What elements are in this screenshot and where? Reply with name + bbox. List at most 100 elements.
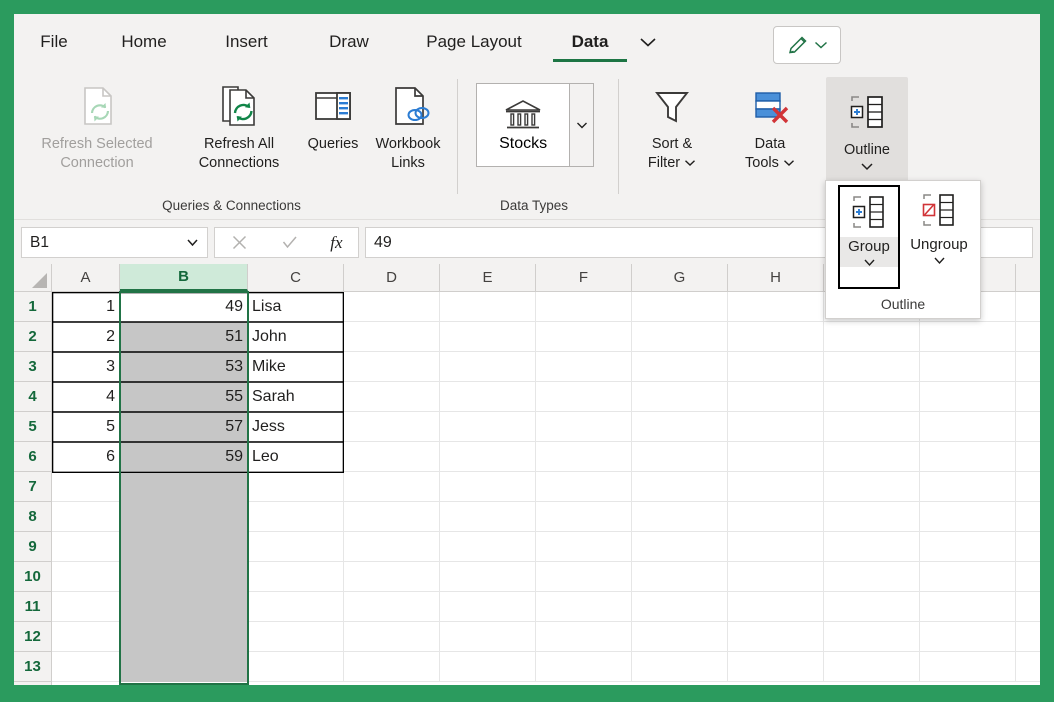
tab-insert[interactable]: Insert xyxy=(194,14,299,69)
cell-c3[interactable]: Mike xyxy=(248,352,344,382)
cell-i4[interactable] xyxy=(824,382,920,412)
cell-h4[interactable] xyxy=(728,382,824,412)
cell-a8[interactable] xyxy=(52,502,120,532)
ungroup-chevron-down-icon[interactable] xyxy=(933,256,946,265)
name-box-chevron-down-icon[interactable] xyxy=(186,238,199,247)
cell-i9[interactable] xyxy=(824,532,920,562)
row-header-3[interactable]: 3 xyxy=(14,352,51,382)
row-header-7[interactable]: 7 xyxy=(14,472,51,502)
name-box[interactable]: B1 xyxy=(21,227,208,258)
cell-i7[interactable] xyxy=(824,472,920,502)
cell-b10[interactable] xyxy=(120,562,248,592)
cell-a11[interactable] xyxy=(52,592,120,622)
cell-b8[interactable] xyxy=(120,502,248,532)
tab-draw[interactable]: Draw xyxy=(299,14,399,69)
cell-d4[interactable] xyxy=(344,382,440,412)
cell-f8[interactable] xyxy=(536,502,632,532)
cell-g8[interactable] xyxy=(632,502,728,532)
cell-h9[interactable] xyxy=(728,532,824,562)
cell-h7[interactable] xyxy=(728,472,824,502)
cell-j12[interactable] xyxy=(920,622,1016,652)
cell-e1[interactable] xyxy=(440,292,536,322)
cell-g10[interactable] xyxy=(632,562,728,592)
cell-f7[interactable] xyxy=(536,472,632,502)
cell-h10[interactable] xyxy=(728,562,824,592)
cell-d6[interactable] xyxy=(344,442,440,472)
refresh-selected-connection-button[interactable]: Refresh Selected Connection xyxy=(22,77,172,173)
cell-g7[interactable] xyxy=(632,472,728,502)
cell-g12[interactable] xyxy=(632,622,728,652)
cell-h12[interactable] xyxy=(728,622,824,652)
cell-d5[interactable] xyxy=(344,412,440,442)
cell-d10[interactable] xyxy=(344,562,440,592)
cell-e4[interactable] xyxy=(440,382,536,412)
fx-icon[interactable]: fx xyxy=(330,233,342,253)
tab-file[interactable]: File xyxy=(14,14,94,69)
cell-c1[interactable]: Lisa xyxy=(248,292,344,322)
checkmark-icon[interactable] xyxy=(280,233,299,252)
cell-h11[interactable] xyxy=(728,592,824,622)
cell-b2[interactable]: 51 xyxy=(120,322,248,352)
cell-f9[interactable] xyxy=(536,532,632,562)
stocks-split-button[interactable]: Stocks xyxy=(476,83,594,167)
column-header-f[interactable]: F xyxy=(536,264,632,291)
cell-c2[interactable]: John xyxy=(248,322,344,352)
cell-h1[interactable] xyxy=(728,292,824,322)
cell-e3[interactable] xyxy=(440,352,536,382)
column-header-e[interactable]: E xyxy=(440,264,536,291)
cell-c6[interactable]: Leo xyxy=(248,442,344,472)
cell-b4[interactable]: 55 xyxy=(120,382,248,412)
cell-c10[interactable] xyxy=(248,562,344,592)
row-header-8[interactable]: 8 xyxy=(14,502,51,532)
cell-d12[interactable] xyxy=(344,622,440,652)
cell-a12[interactable] xyxy=(52,622,120,652)
cell-c4[interactable]: Sarah xyxy=(248,382,344,412)
cell-d13[interactable] xyxy=(344,652,440,682)
cell-d2[interactable] xyxy=(344,322,440,352)
cell-c5[interactable]: Jess xyxy=(248,412,344,442)
cell-e6[interactable] xyxy=(440,442,536,472)
cell-b3[interactable]: 53 xyxy=(120,352,248,382)
cell-j3[interactable] xyxy=(920,352,1016,382)
cell-h6[interactable] xyxy=(728,442,824,472)
cell-a5[interactable]: 5 xyxy=(52,412,120,442)
column-header-g[interactable]: G xyxy=(632,264,728,291)
cell-g13[interactable] xyxy=(632,652,728,682)
cell-b11[interactable] xyxy=(120,592,248,622)
tab-page-layout[interactable]: Page Layout xyxy=(399,14,549,69)
cell-h3[interactable] xyxy=(728,352,824,382)
cell-e5[interactable] xyxy=(440,412,536,442)
select-all-corner-button[interactable] xyxy=(14,264,52,292)
cell-i13[interactable] xyxy=(824,652,920,682)
data-tools-chevron-down-icon[interactable] xyxy=(783,154,795,173)
cell-b7[interactable] xyxy=(120,472,248,502)
row-header-11[interactable]: 11 xyxy=(14,592,51,622)
cell-a3[interactable]: 3 xyxy=(52,352,120,382)
column-header-b[interactable]: B xyxy=(120,264,248,291)
stocks-button[interactable]: Stocks xyxy=(477,84,569,166)
cell-d9[interactable] xyxy=(344,532,440,562)
cell-j2[interactable] xyxy=(920,322,1016,352)
cell-e9[interactable] xyxy=(440,532,536,562)
cell-g5[interactable] xyxy=(632,412,728,442)
cell-j9[interactable] xyxy=(920,532,1016,562)
cell-e13[interactable] xyxy=(440,652,536,682)
cell-d11[interactable] xyxy=(344,592,440,622)
row-header-13[interactable]: 13 xyxy=(14,652,51,682)
cell-a1[interactable]: 1 xyxy=(52,292,120,322)
cell-b1[interactable]: 49 xyxy=(120,292,248,322)
cell-b6[interactable]: 59 xyxy=(120,442,248,472)
cell-g4[interactable] xyxy=(632,382,728,412)
stocks-dropdown-chevron-down-icon[interactable] xyxy=(569,84,593,166)
cell-i10[interactable] xyxy=(824,562,920,592)
editing-mode-button[interactable] xyxy=(773,26,841,64)
cell-e2[interactable] xyxy=(440,322,536,352)
cell-j13[interactable] xyxy=(920,652,1016,682)
sort-and-filter-button[interactable]: Sort & Filter xyxy=(634,77,710,173)
cell-f11[interactable] xyxy=(536,592,632,622)
cell-i2[interactable] xyxy=(824,322,920,352)
cell-e11[interactable] xyxy=(440,592,536,622)
cell-g6[interactable] xyxy=(632,442,728,472)
group-chevron-down-icon[interactable] xyxy=(863,258,876,267)
row-header-5[interactable]: 5 xyxy=(14,412,51,442)
